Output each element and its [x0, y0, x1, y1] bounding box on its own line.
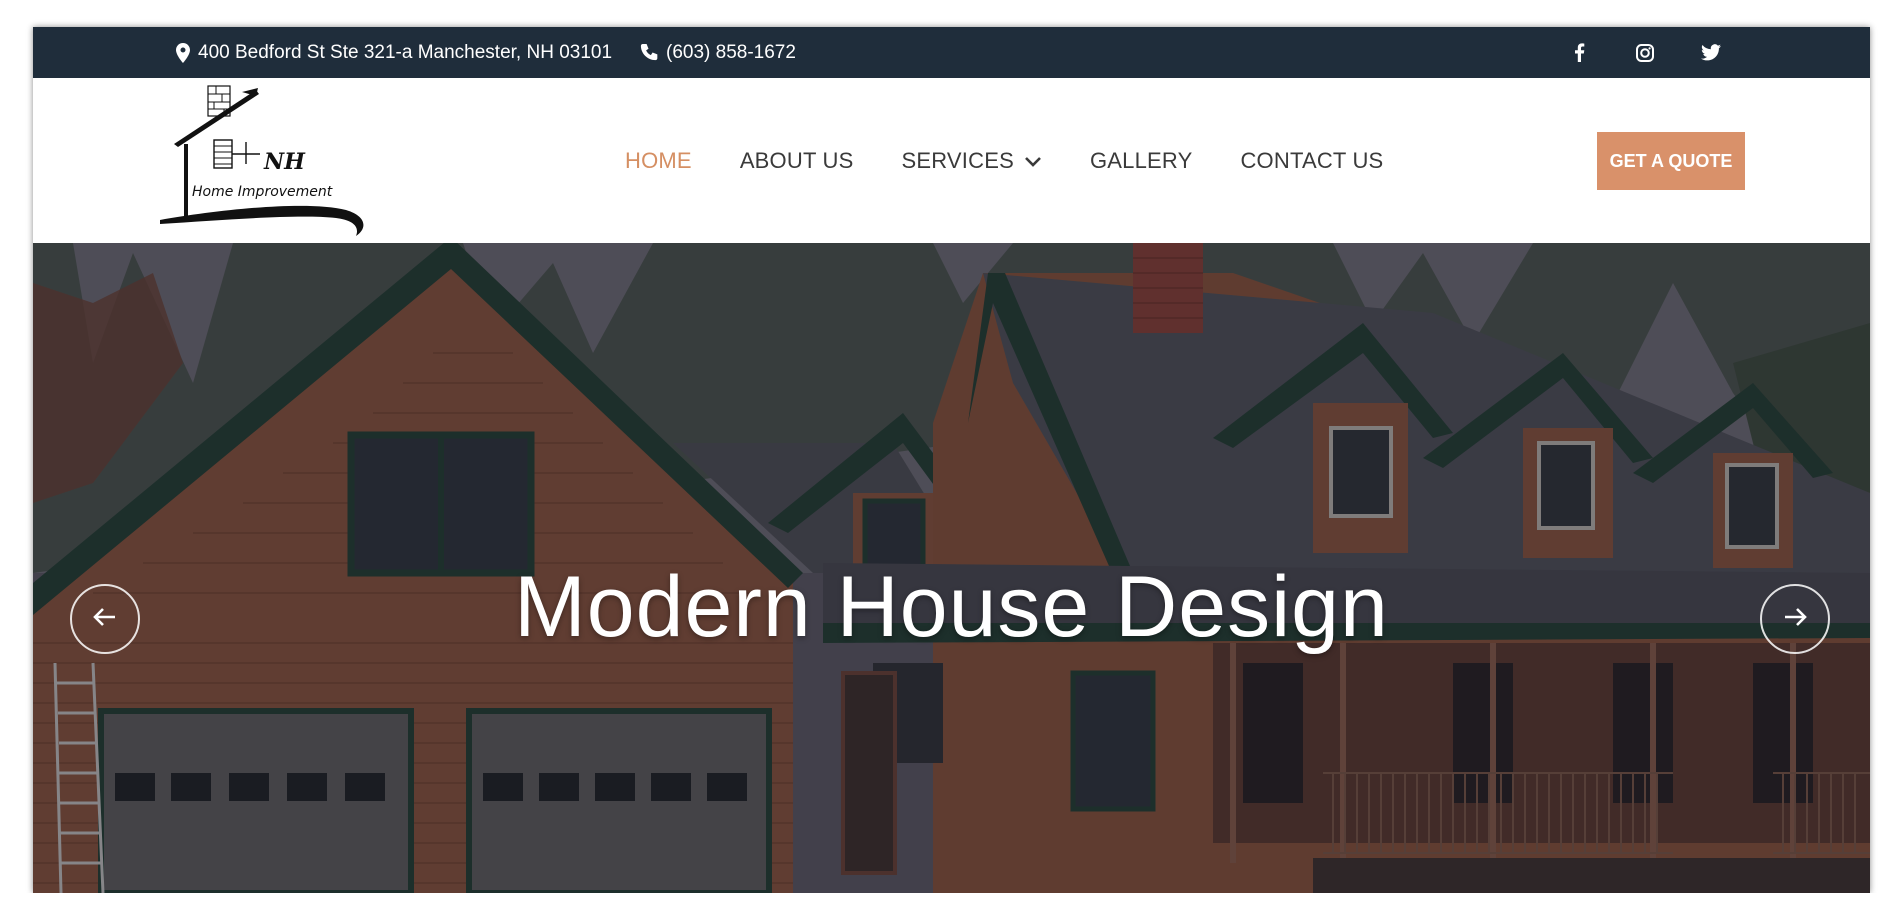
twitter-icon[interactable] [1700, 42, 1722, 64]
slider-next-button[interactable] [1760, 584, 1830, 654]
hero-title: Modern House Design [514, 559, 1389, 655]
main-nav: HOME ABOUT US SERVICES GALLERY CONTACT U… [625, 78, 1431, 243]
nav-label-home: HOME [625, 147, 692, 173]
address-item: 400 Bedford St Ste 321-a Manchester, NH … [176, 27, 612, 78]
logo-nh-text: NH [263, 149, 306, 175]
nav-label-gallery: GALLERY [1089, 147, 1193, 173]
phone-icon [639, 43, 658, 62]
nav-label-services: SERVICES [901, 147, 1014, 173]
logo-subtitle: Home Improvement [192, 184, 333, 200]
instagram-icon[interactable] [1634, 42, 1656, 64]
map-marker-icon [176, 42, 190, 63]
slider-prev-button[interactable] [70, 584, 140, 654]
social-links [1568, 27, 1722, 78]
phone-item[interactable]: (603) 858-1672 [639, 27, 796, 78]
hero-slider: Modern House Design [33, 243, 1870, 893]
page-frame: 400 Bedford St Ste 321-a Manchester, NH … [33, 27, 1870, 893]
nav-label-contact: CONTACT US [1240, 147, 1384, 173]
chevron-down-icon [1024, 148, 1042, 174]
arrow-left-icon [93, 607, 117, 632]
get-a-quote-button[interactable]: GET A QUOTE [1597, 132, 1745, 190]
site-logo[interactable]: NH Home Improvement [156, 82, 366, 240]
nav-item-services[interactable]: SERVICES [901, 148, 1041, 174]
arrow-right-icon [1783, 607, 1807, 632]
top-bar: 400 Bedford St Ste 321-a Manchester, NH … [33, 27, 1870, 78]
nav-item-gallery[interactable]: GALLERY [1090, 148, 1193, 174]
page-bottom-strip [0, 893, 1902, 922]
address-text: 400 Bedford St Ste 321-a Manchester, NH … [198, 41, 613, 63]
nav-label-about: ABOUT US [739, 147, 854, 173]
nav-item-contact[interactable]: CONTACT US [1240, 148, 1383, 174]
facebook-icon[interactable] [1568, 42, 1590, 64]
site-header: NH Home Improvement HOME ABOUT US SERVIC… [33, 78, 1870, 243]
phone-text: (603) 858-1672 [666, 41, 796, 63]
nav-item-home[interactable]: HOME [625, 148, 692, 174]
nav-item-about[interactable]: ABOUT US [740, 148, 854, 174]
